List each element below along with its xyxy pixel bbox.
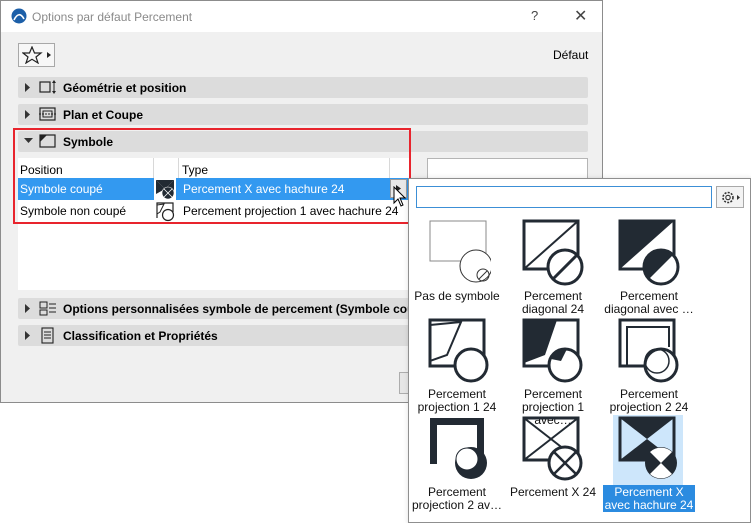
projection1-filled-icon: [522, 318, 583, 383]
symbol-tile-projection1-filled[interactable]: Percement projection 1 avec…: [507, 317, 599, 427]
panel-plan[interactable]: Plan et Coupe: [18, 104, 588, 125]
document-icon: [41, 327, 54, 344]
expand-arrow-icon: [25, 110, 30, 119]
symbol-tile-projection2-filled[interactable]: Percement projection 2 av…: [411, 415, 503, 512]
symbol-tile-diagonal[interactable]: Percement diagonal 24: [507, 219, 599, 316]
expand-arrow-icon: [25, 331, 30, 340]
panel-classification-title: Classification et Propriétés: [63, 329, 218, 343]
highlight-box: [13, 128, 411, 224]
search-field[interactable]: [416, 186, 712, 208]
mouse-cursor-icon: [393, 186, 407, 207]
help-button[interactable]: ?: [531, 8, 538, 23]
custom-settings-icon: [39, 301, 56, 316]
tile-label: Percement projection 2 24: [609, 387, 689, 414]
panel-geometry-title: Géométrie et position: [63, 81, 187, 95]
tile-label: Percement diagonal 24: [521, 289, 585, 316]
tile-label: Percement X avec hachure 24: [603, 485, 695, 512]
tile-label: Percement X 24: [509, 485, 597, 499]
symbol-tile-x[interactable]: Percement X 24: [507, 415, 599, 511]
plan-section-icon: [39, 107, 56, 121]
gear-icon: [722, 191, 740, 204]
title-bar: Options par défaut Percement ? ✕: [1, 1, 602, 32]
x-icon: [522, 416, 583, 481]
tile-label: Percement projection 1 24: [417, 387, 497, 414]
diagonal-filled-icon: [618, 219, 680, 286]
star-icon: [22, 46, 51, 64]
tile-label: Percement projection 2 av…: [411, 485, 503, 512]
symbol-tile-x-filled[interactable]: Percement X avec hachure 24: [603, 415, 695, 512]
projection2-filled-icon: [430, 418, 487, 479]
search-input[interactable]: [417, 187, 711, 207]
window-title: Options par défaut Percement: [32, 10, 193, 24]
symbol-tile-projection2[interactable]: Percement projection 2 24: [603, 317, 695, 414]
panel-custom-title: Options personnalisées symbole de percem…: [63, 302, 433, 316]
settings-button[interactable]: [716, 186, 744, 208]
projection2-icon: [618, 318, 679, 383]
expand-arrow-icon: [25, 83, 30, 92]
diagonal-icon: [522, 219, 584, 286]
panel-plan-title: Plan et Coupe: [63, 108, 144, 122]
default-label: Défaut: [553, 48, 589, 62]
tile-label: Percement diagonal avec …: [604, 289, 694, 316]
symbol-tile-diagonal-filled[interactable]: Percement diagonal avec …: [603, 219, 695, 316]
projection1-icon: [428, 318, 489, 383]
tile-label: Pas de symbole: [414, 289, 500, 303]
x-filled-icon: [613, 415, 683, 485]
no-symbol-icon: [429, 220, 491, 283]
symbol-tile-projection1[interactable]: Percement projection 1 24: [411, 317, 503, 414]
favorites-button[interactable]: [18, 43, 55, 67]
panel-geometry[interactable]: Géométrie et position: [18, 77, 588, 98]
symbol-picker-popup: Pas de symbole Percement diagonal 24 Per…: [408, 178, 751, 523]
geometry-icon: [39, 80, 56, 94]
close-button[interactable]: ✕: [574, 6, 587, 26]
symbol-tile-no-symbol[interactable]: Pas de symbole: [411, 219, 503, 315]
expand-arrow-icon: [25, 304, 30, 313]
app-logo-icon: [11, 8, 27, 24]
